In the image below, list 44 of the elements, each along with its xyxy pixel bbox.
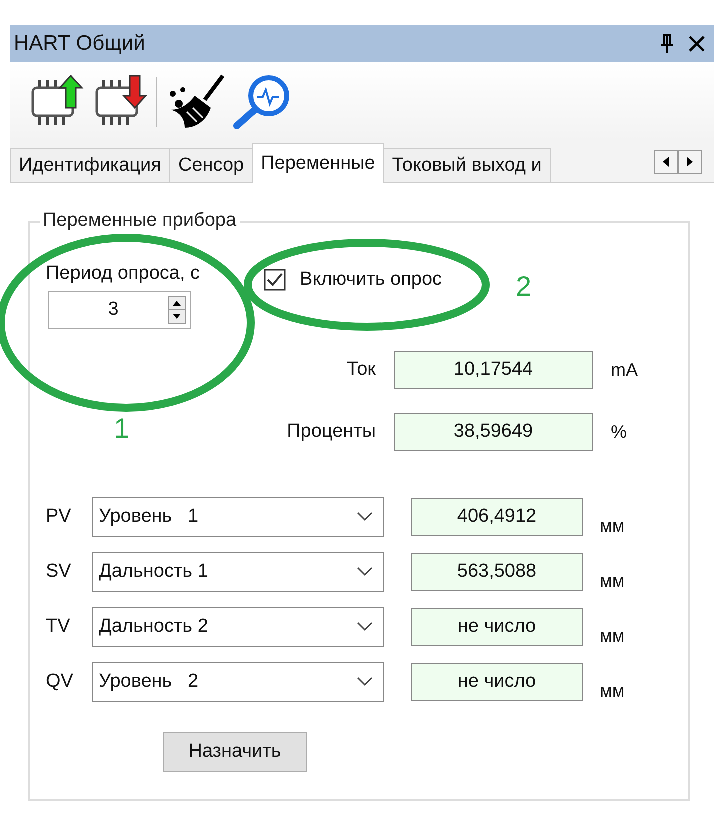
value-field: 38,59649 bbox=[394, 413, 593, 451]
checkbox-icon bbox=[264, 269, 286, 291]
variable-dropdown[interactable]: Уровень 2 bbox=[92, 662, 384, 702]
window-title: HART Общий bbox=[14, 32, 146, 56]
value-field: 406,4912 bbox=[411, 498, 583, 536]
value-field: 563,5088 bbox=[411, 553, 583, 591]
variable-dropdown[interactable]: Дальность 2 bbox=[92, 607, 384, 647]
triangle-right-icon bbox=[686, 157, 694, 167]
unit-label: мм bbox=[600, 571, 626, 592]
unit-label: mA bbox=[611, 360, 639, 380]
tab[interactable]: Токовый выход и bbox=[383, 148, 551, 182]
variable-label: PV bbox=[46, 506, 72, 528]
variable-label: SV bbox=[46, 561, 72, 583]
variable-label: QV bbox=[46, 671, 74, 693]
variable-label: TV bbox=[46, 616, 72, 638]
value-field: 10,17544 bbox=[394, 351, 593, 389]
variable-dropdown[interactable]: Уровень 1 bbox=[92, 497, 384, 537]
pin-icon[interactable] bbox=[660, 34, 674, 54]
group-title: Переменные прибора bbox=[40, 210, 240, 232]
reading-label: Проценты bbox=[287, 421, 376, 443]
chevron-down-icon bbox=[357, 622, 373, 632]
tab[interactable]: Идентификация bbox=[10, 148, 170, 182]
assign-button[interactable]: Назначить bbox=[163, 732, 307, 772]
annotation-number: 1 bbox=[114, 413, 130, 445]
chevron-down-icon bbox=[357, 677, 373, 687]
scroll-left-button[interactable] bbox=[654, 150, 678, 174]
reading-label: Ток bbox=[346, 359, 376, 381]
chevron-down-icon bbox=[357, 567, 373, 577]
scroll-right-button[interactable] bbox=[678, 150, 702, 174]
value-field: не число bbox=[411, 608, 583, 646]
spin-arrows-icon[interactable] bbox=[168, 296, 186, 324]
close-icon[interactable] bbox=[688, 34, 706, 52]
value-field: не число bbox=[411, 663, 583, 701]
chevron-down-icon bbox=[357, 512, 373, 522]
variable-dropdown[interactable]: Дальность 1 bbox=[92, 552, 384, 592]
poll-period-spinner[interactable]: 3 bbox=[48, 291, 191, 329]
annotation-number: 2 bbox=[516, 271, 532, 303]
unit-label: мм bbox=[600, 626, 626, 647]
unit-label: % bbox=[611, 422, 628, 442]
unit-label: мм bbox=[600, 681, 626, 702]
poll-period-label: Период опроса, с bbox=[46, 263, 200, 285]
tab[interactable]: Переменные bbox=[252, 143, 384, 183]
unit-label: мм bbox=[600, 516, 626, 537]
triangle-left-icon bbox=[662, 157, 670, 167]
